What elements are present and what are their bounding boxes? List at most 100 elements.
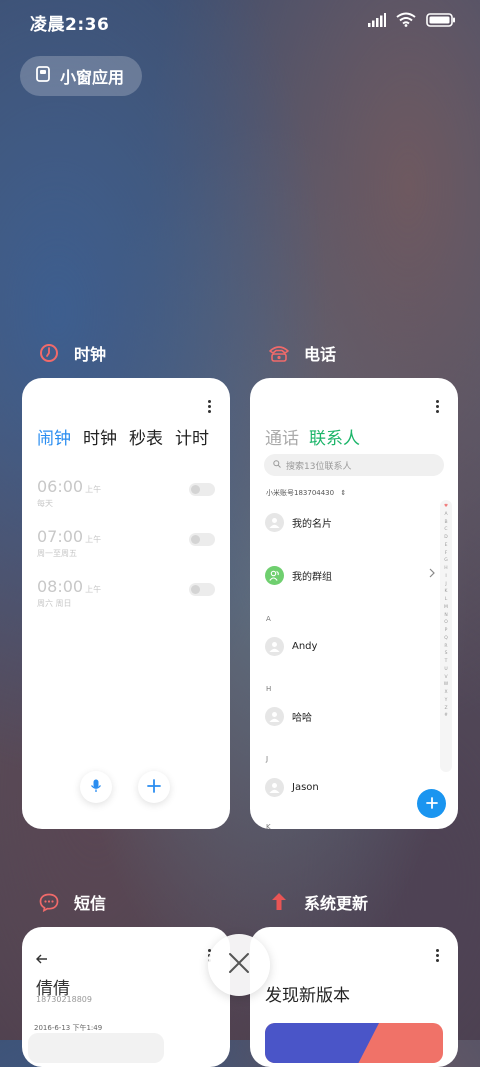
battery-icon (426, 12, 456, 31)
phone-more-menu-icon[interactable] (434, 400, 440, 413)
sms-app-card[interactable]: 倩倩 18730218809 2016-6-13 下午1:49 (22, 927, 230, 1067)
tab-contacts[interactable]: 联系人 (309, 424, 360, 449)
section-letter: H (266, 685, 272, 693)
alphabet-index-letter[interactable]: H (444, 565, 447, 573)
alphabet-index-letter[interactable]: B (444, 519, 447, 527)
search-placeholder: 搜索13位联系人 (286, 461, 352, 472)
contact-item[interactable]: Jason (265, 777, 319, 797)
my-card-label: 我的名片 (292, 518, 332, 530)
sms-message-time: 2016-6-13 下午1:49 (34, 1024, 103, 1032)
phone-app-name: 电话 (304, 345, 337, 364)
alarm-toggle[interactable] (189, 483, 215, 496)
alphabet-index-letter[interactable]: G (444, 557, 448, 565)
alphabet-index-letter[interactable]: D (444, 534, 447, 542)
section-letter: K (266, 823, 271, 829)
alphabet-index-letter[interactable]: C (444, 526, 447, 534)
alarm-repeat: 周六 周日 (37, 599, 72, 608)
wifi-icon (396, 12, 416, 31)
alarm-repeat: 周一至周五 (37, 549, 77, 558)
tab-clock[interactable]: 时钟 (83, 424, 117, 449)
contact-name: Andy (292, 640, 318, 652)
alphabet-index-letter[interactable]: K (445, 588, 448, 596)
alarm-toggle[interactable] (189, 583, 215, 596)
voice-alarm-button[interactable] (80, 771, 112, 803)
tab-stopwatch[interactable]: 秒表 (129, 424, 163, 449)
account-label: 小米账号183704430 (266, 489, 335, 497)
alphabet-index-letter[interactable]: W (444, 681, 448, 689)
update-app-card[interactable]: 发现新版本 (250, 927, 458, 1067)
alphabet-index-letter[interactable]: I (445, 573, 446, 581)
alarm-time: 06:00 (37, 477, 84, 496)
status-time: 凌晨2:36 (30, 15, 110, 35)
contact-search-input[interactable]: 搜索13位联系人 (264, 454, 444, 476)
alphabet-index-letter[interactable]: V (444, 674, 447, 682)
sms-phone-number: 18730218809 (36, 995, 92, 1004)
clock-app-name: 时钟 (74, 345, 107, 364)
close-all-button[interactable] (208, 934, 270, 996)
alphabet-index-letter[interactable]: F (445, 550, 448, 558)
status-bar: 凌晨2:36 (0, 0, 480, 44)
alphabet-index-letter[interactable]: X (444, 689, 447, 697)
back-arrow-icon[interactable] (36, 949, 48, 968)
tab-timer[interactable]: 计时 (175, 424, 209, 449)
search-icon (273, 459, 281, 471)
clock-more-menu-icon[interactable] (206, 400, 212, 413)
avatar (265, 512, 284, 532)
my-groups-item[interactable]: 我的群组 (265, 565, 435, 585)
phone-app-card[interactable]: 通话 联系人 搜索13位联系人 小米账号183704430 ⇕ 我的名片 我的群… (250, 378, 458, 829)
alphabet-index-letter[interactable]: N (444, 612, 447, 620)
alphabet-index-letter[interactable]: M (444, 604, 448, 612)
update-banner-image (265, 1023, 443, 1063)
section-letter: J (266, 755, 269, 763)
contact-item[interactable]: 哈哈 (265, 706, 312, 726)
alarm-item[interactable]: 06:00 上午 每天 (37, 477, 215, 517)
message-bubble (28, 1033, 164, 1063)
chevron-right-icon (429, 568, 435, 581)
alphabet-index-letter[interactable]: P (445, 627, 448, 635)
sort-arrows-icon: ⇕ (340, 489, 347, 497)
alphabet-index-letter[interactable]: T (445, 658, 448, 666)
plus-icon (147, 778, 161, 797)
contact-name: 哈哈 (292, 712, 312, 724)
my-card-item[interactable]: 我的名片 (265, 512, 332, 532)
phone-app-header[interactable]: 电话 (268, 341, 336, 365)
update-more-menu-icon[interactable] (434, 949, 440, 962)
contact-item[interactable]: Andy (265, 636, 317, 656)
status-icons (368, 12, 456, 31)
alarm-repeat: 每天 (37, 499, 53, 508)
alphabet-index-letter[interactable]: U (444, 666, 447, 674)
clock-app-header[interactable]: 时钟 (38, 341, 106, 365)
alphabet-index-letter[interactable]: L (445, 596, 448, 604)
account-selector[interactable]: 小米账号183704430 ⇕ (266, 488, 346, 498)
alarm-item[interactable]: 07:00 上午 周一至周五 (37, 527, 215, 567)
tab-calls[interactable]: 通话 (265, 424, 299, 449)
update-headline: 发现新版本 (265, 986, 350, 1006)
phone-tabs: 通话 联系人 (265, 424, 360, 449)
small-window-icon (36, 66, 50, 86)
add-alarm-button[interactable] (138, 771, 170, 803)
alphabet-index-letter[interactable]: O (444, 619, 448, 627)
alphabet-index[interactable]: ♥ A B C D E F G H I J K L M N O P Q R S T U V W X Y Z # (440, 500, 452, 772)
phone-app-icon (268, 342, 290, 364)
alarm-toggle[interactable] (189, 533, 215, 546)
alphabet-index-letter[interactable]: S (445, 650, 448, 658)
alphabet-index-letter[interactable]: J (445, 581, 446, 589)
alphabet-index-letter[interactable]: R (444, 643, 447, 651)
alarm-item[interactable]: 08:00 上午 周六 周日 (37, 577, 215, 617)
add-contact-button[interactable] (417, 789, 446, 818)
avatar (265, 636, 284, 656)
alphabet-index-letter[interactable]: # (444, 712, 448, 720)
alphabet-index-letter[interactable]: Q (444, 635, 448, 643)
clock-app-icon (38, 342, 60, 364)
small-window-apps-button[interactable]: 小窗应用 (20, 56, 143, 96)
sms-app-header[interactable]: 短信 (38, 890, 106, 914)
clock-app-card[interactable]: 闹钟 时钟 秒表 计时 06:00 上午 每天 07:00 上午 周一至周五 08:… (22, 378, 230, 829)
alphabet-index-letter[interactable]: E (445, 542, 448, 550)
update-app-header[interactable]: 系统更新 (268, 890, 368, 914)
alphabet-index-letter[interactable]: Y (445, 697, 448, 705)
alphabet-index-letter[interactable]: Z (444, 705, 447, 713)
alphabet-index-letter[interactable]: ♥ (444, 503, 448, 511)
alphabet-index-letter[interactable]: A (444, 511, 447, 519)
tab-alarm[interactable]: 闹钟 (37, 424, 71, 449)
close-icon (228, 952, 250, 978)
